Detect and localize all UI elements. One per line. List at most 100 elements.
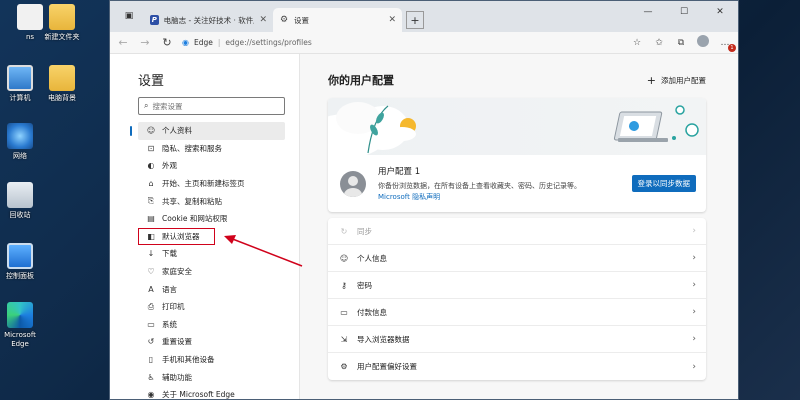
network-icon bbox=[7, 123, 33, 149]
back-icon[interactable]: ← bbox=[116, 36, 130, 49]
profile-prefs-icon: ⚙ bbox=[340, 362, 348, 371]
sidebar-title: 设置 bbox=[138, 74, 165, 89]
sidebar-item-privacy[interactable]: ⊡ 隐私、搜索和服务 bbox=[138, 140, 285, 158]
edge-icon: ◉ bbox=[147, 390, 155, 400]
gear-icon: ⚙ bbox=[279, 15, 289, 25]
browser-icon: ◧ bbox=[147, 231, 155, 241]
window-controls: — ☐ ✕ bbox=[630, 1, 738, 23]
edge-logo-icon bbox=[7, 302, 33, 328]
sidebar-item-profiles[interactable]: ☺ 个人资料 bbox=[130, 122, 285, 140]
new-tab-button[interactable]: + bbox=[406, 11, 424, 29]
forward-icon[interactable]: → bbox=[138, 36, 152, 49]
appearance-icon: ◐ bbox=[147, 161, 155, 171]
collections-icon[interactable]: ⧉ bbox=[674, 38, 688, 48]
privacy-link[interactable]: Microsoft 隐私声明 bbox=[378, 193, 440, 201]
desktop-icon-new-folder[interactable]: 新建文件夹 bbox=[32, 4, 92, 42]
sidebar-item-downloads[interactable]: ↓ 下载 bbox=[138, 245, 285, 263]
address-url: edge://settings/profiles bbox=[225, 38, 312, 47]
profile-description: 你备份浏览数据，在所有设备上查看收藏夹、密码、历史记录等。 Microsoft … bbox=[378, 181, 581, 201]
desktop-icon-network[interactable]: 网络 bbox=[0, 123, 50, 161]
folder-icon bbox=[49, 4, 75, 30]
profile-button[interactable] bbox=[696, 35, 710, 50]
chevron-right-icon: › bbox=[692, 280, 696, 290]
more-menu-button[interactable]: … 1 bbox=[718, 38, 736, 52]
settings-content: 设置 ⌕ ☺个人资料 ⊡隐私、搜索和服务 ◐外观 ⌂开始、主页和新建标签页 ⎘共… bbox=[110, 54, 738, 399]
address-field[interactable]: ◉ Edge | edge://settings/profiles bbox=[182, 35, 622, 51]
desktop-icon-edge[interactable]: Microsoft Edge bbox=[0, 302, 50, 349]
page-header: 你的用户配置 + 添加用户配置 bbox=[328, 72, 706, 88]
browser-window: ▣ P 电脑志 - 关注好技术 · 软件应用 ✕ ⚙ 设置 ✕ + — ☐ ✕ … bbox=[109, 0, 739, 400]
sidebar-item-phone[interactable]: ▯ 手机和其他设备 bbox=[138, 351, 285, 369]
site-favicon: P bbox=[150, 15, 159, 25]
chevron-right-icon: › bbox=[692, 307, 696, 317]
avatar bbox=[697, 35, 709, 47]
sidebar-item-printers[interactable]: ⎙ 打印机 bbox=[138, 298, 285, 316]
tab-settings[interactable]: ⚙ 设置 ✕ bbox=[273, 8, 402, 32]
tab-actions-button[interactable]: ▣ bbox=[118, 5, 140, 27]
edge-logo-icon: ◉ bbox=[182, 38, 189, 47]
sidebar-item-languages[interactable]: A 语言 bbox=[138, 280, 285, 298]
sidebar-item-start-home[interactable]: ⌂ 开始、主页和新建标签页 bbox=[138, 175, 285, 193]
settings-sidebar: 设置 ⌕ ☺个人资料 ⊡隐私、搜索和服务 ◐外观 ⌂开始、主页和新建标签页 ⎘共… bbox=[110, 54, 300, 399]
avatar bbox=[340, 170, 366, 197]
row-payment-info[interactable]: ▭ 付款信息 › bbox=[328, 299, 706, 326]
sidebar-item-about[interactable]: ◉ 关于 Microsoft Edge bbox=[138, 386, 285, 400]
profile-info: 用户配置 1 你备份浏览数据，在所有设备上查看收藏夹、密码、历史记录等。 Mic… bbox=[378, 165, 632, 203]
search-input[interactable] bbox=[152, 101, 273, 111]
chevron-right-icon: › bbox=[692, 361, 696, 372]
tab-site[interactable]: P 电脑志 - 关注好技术 · 软件应用 ✕ bbox=[144, 8, 273, 32]
address-brand: Edge bbox=[193, 38, 213, 47]
banner-illustration bbox=[328, 102, 699, 158]
sidebar-menu: ☺ 个人资料 ⊡ 隐私、搜索和服务 ◐ 外观 ⌂ 开始、主页和新建标签页 ⎘ 共享、复制和… bbox=[130, 122, 287, 400]
sidebar-item-share-copy[interactable]: ⎘ 共享、复制和粘贴 bbox=[138, 192, 285, 210]
sign-in-sync-button[interactable]: 登录以同步数据 bbox=[631, 175, 696, 192]
sync-icon: ↻ bbox=[340, 226, 348, 236]
share-icon: ⎘ bbox=[147, 196, 155, 206]
sidebar-item-family[interactable]: ♡ 家庭安全 bbox=[138, 263, 285, 281]
sidebar-item-cookies[interactable]: ▤ Cookie 和网站权限 bbox=[138, 210, 285, 228]
reset-icon: ↺ bbox=[147, 337, 155, 347]
desktop-icon-recycle-bin[interactable]: 回收站 bbox=[0, 182, 50, 220]
maximize-icon[interactable]: ☐ bbox=[666, 1, 702, 23]
desktop-icon-wallpaper[interactable]: 电脑背景 bbox=[32, 65, 92, 103]
site-permissions-icon: ▤ bbox=[147, 214, 155, 224]
add-profile-button[interactable]: + 添加用户配置 bbox=[647, 74, 706, 87]
computer-icon bbox=[7, 65, 33, 91]
system-icon: ▭ bbox=[147, 319, 155, 329]
profile-banner-illustration bbox=[328, 98, 706, 158]
recycle-bin-icon bbox=[7, 182, 33, 208]
personal-info-icon: ☺ bbox=[339, 253, 349, 263]
sidebar-item-default-browser[interactable]: ◧ 默认浏览器 bbox=[138, 227, 215, 246]
minimize-icon[interactable]: — bbox=[630, 1, 666, 23]
sidebar-item-system[interactable]: ▭ 系统 bbox=[138, 316, 285, 334]
control-panel-icon bbox=[7, 243, 33, 269]
accessibility-icon: ♿ bbox=[147, 372, 155, 382]
row-profile-preferences[interactable]: ⚙ 用户配置偏好设置 › bbox=[328, 353, 706, 380]
search-box[interactable]: ⌕ bbox=[138, 97, 285, 115]
favorite-star-icon[interactable]: ☆ bbox=[630, 38, 644, 48]
chevron-right-icon: › bbox=[692, 253, 696, 263]
sidebar-item-appearance[interactable]: ◐ 外观 bbox=[138, 157, 285, 175]
sidebar-item-reset[interactable]: ↺ 重置设置 bbox=[138, 333, 285, 351]
card-icon: ▭ bbox=[340, 307, 348, 317]
row-passwords[interactable]: ⚷ 密码 › bbox=[328, 272, 706, 299]
sidebar-item-accessibility[interactable]: ♿ 辅助功能 bbox=[138, 368, 285, 386]
row-personal-info[interactable]: ☺ 个人信息 › bbox=[328, 245, 706, 272]
close-icon[interactable]: ✕ bbox=[259, 15, 267, 25]
desktop-icon-control-panel[interactable]: 控制面板 bbox=[0, 243, 50, 281]
lock-icon: ⊡ bbox=[147, 143, 155, 153]
row-sync[interactable]: ↻ 同步 › bbox=[328, 218, 706, 245]
tab-bar: ▣ P 电脑志 - 关注好技术 · 软件应用 ✕ ⚙ 设置 ✕ + — ☐ ✕ bbox=[110, 1, 738, 32]
phone-icon: ▯ bbox=[148, 355, 154, 365]
refresh-icon[interactable]: ↻ bbox=[160, 36, 174, 49]
close-icon[interactable]: ✕ bbox=[388, 15, 396, 25]
language-icon: A bbox=[148, 284, 154, 294]
profile-row: 用户配置 1 你备份浏览数据，在所有设备上查看收藏夹、密码、历史记录等。 Mic… bbox=[328, 155, 706, 212]
favorites-icon[interactable]: ✩ bbox=[652, 38, 666, 48]
plus-icon: + bbox=[646, 73, 656, 87]
close-window-icon[interactable]: ✕ bbox=[702, 1, 738, 23]
key-icon: ⚷ bbox=[341, 280, 347, 290]
tab-settings-label: 设置 bbox=[294, 15, 309, 25]
tab-actions-icon: ▣ bbox=[124, 11, 134, 21]
row-import-data[interactable]: ⇲ 导入浏览器数据 › bbox=[328, 326, 706, 353]
